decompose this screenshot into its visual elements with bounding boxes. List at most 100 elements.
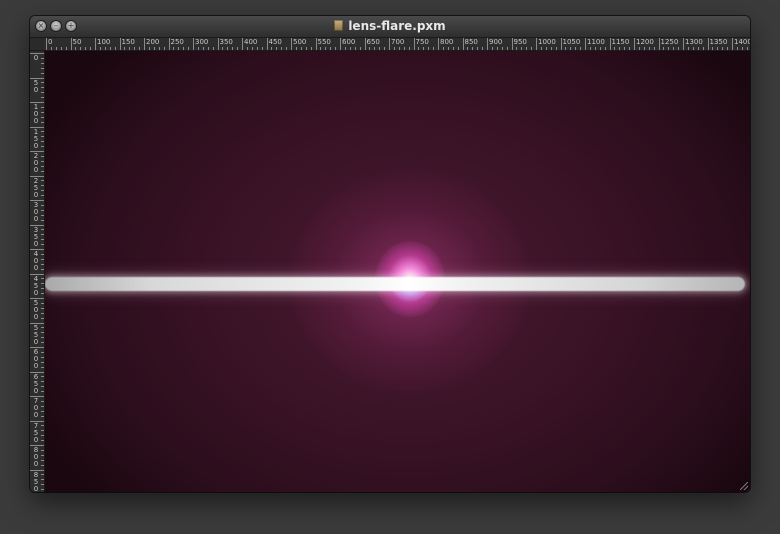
ruler-minor-tick <box>139 47 141 50</box>
ruler-minor-tick <box>41 160 44 162</box>
ruler-minor-tick <box>565 47 567 50</box>
ruler-minor-tick <box>320 47 322 50</box>
ruler-minor-tick <box>516 47 518 50</box>
ruler-label: 1200 <box>636 38 654 46</box>
ruler-label: 750 <box>33 421 39 444</box>
ruler-minor-tick <box>65 47 67 50</box>
ruler-minor-tick <box>232 47 234 50</box>
ruler-minor-tick <box>41 62 44 64</box>
ruler-label: 200 <box>33 152 39 174</box>
ruler-minor-tick <box>41 474 44 476</box>
ruler-minor-tick <box>41 381 44 383</box>
ruler-major-tick <box>193 38 194 50</box>
ruler-minor-tick <box>678 47 680 50</box>
ruler-label: 300 <box>33 201 39 223</box>
ruler-minor-tick <box>227 47 229 50</box>
ruler-label: 0 <box>48 38 53 46</box>
ruler-label: 1150 <box>611 38 630 46</box>
ruler-minor-tick <box>41 170 44 172</box>
ruler-corner[interactable] <box>30 38 45 51</box>
ruler-minor-tick <box>295 47 297 50</box>
resize-grip-icon[interactable] <box>740 482 748 490</box>
vertical-ruler[interactable]: 0 50 100 150 200 250 300 350 400 450 500 550 600 650 7… <box>30 51 45 492</box>
ruler-minor-tick <box>212 47 214 50</box>
ruler-minor-tick <box>109 47 111 50</box>
ruler-minor-tick <box>335 47 337 50</box>
ruler-major-tick <box>340 38 341 50</box>
ruler-minor-tick <box>41 312 44 314</box>
ruler-minor-tick <box>712 47 714 50</box>
ruler-minor-tick <box>222 47 224 50</box>
ruler-minor-tick <box>41 361 44 363</box>
ruler-label: 1050 <box>562 38 581 46</box>
ruler-minor-tick <box>153 47 155 50</box>
ruler-minor-tick <box>41 111 44 113</box>
title-bar[interactable]: × – + lens-flare.pxm <box>30 16 750 38</box>
window-title: lens-flare.pxm <box>30 19 750 34</box>
ruler-minor-tick <box>41 288 44 290</box>
ruler-minor-tick <box>41 131 44 133</box>
ruler-minor-tick <box>99 47 101 50</box>
image-canvas[interactable] <box>45 51 750 492</box>
ruler-minor-tick <box>41 454 44 456</box>
ruler-label: 800 <box>440 38 454 46</box>
ruler-minor-tick <box>477 47 479 50</box>
ruler-minor-tick <box>104 47 106 50</box>
ruler-minor-tick <box>653 47 655 50</box>
ruler-minor-tick <box>286 47 288 50</box>
ruler-minor-tick <box>540 47 542 50</box>
ruler-minor-tick <box>261 47 263 50</box>
ruler-major-tick <box>144 38 145 50</box>
ruler-label: 300 <box>195 38 209 46</box>
ruler-label: 850 <box>33 470 39 492</box>
ruler-label: 50 <box>72 38 82 46</box>
ruler-minor-tick <box>207 47 209 50</box>
ruler-label: 100 <box>97 38 111 46</box>
ruler-minor-tick <box>300 47 302 50</box>
ruler-minor-tick <box>114 47 116 50</box>
ruler-minor-tick <box>555 47 557 50</box>
ruler-minor-tick <box>589 47 591 50</box>
ruler-minor-tick <box>197 47 199 50</box>
ruler-minor-tick <box>359 47 361 50</box>
ruler-minor-tick <box>428 47 430 50</box>
ruler-minor-tick <box>41 307 44 309</box>
ruler-minor-tick <box>41 351 44 353</box>
ruler-major-tick <box>46 38 47 50</box>
ruler-minor-tick <box>158 47 160 50</box>
ruler-label: 500 <box>33 299 39 321</box>
ruler-major-tick <box>70 38 72 50</box>
ruler-minor-tick <box>246 47 248 50</box>
ruler-major-tick <box>585 38 586 50</box>
ruler-minor-tick <box>344 47 346 50</box>
ruler-minor-tick <box>354 47 356 50</box>
ruler-minor-tick <box>727 47 729 50</box>
ruler-minor-tick <box>256 47 258 50</box>
ruler-minor-tick <box>692 47 694 50</box>
ruler-minor-tick <box>178 47 180 50</box>
ruler-minor-tick <box>41 278 44 280</box>
ruler-minor-tick <box>134 47 136 50</box>
ruler-minor-tick <box>41 82 44 84</box>
ruler-minor-tick <box>41 459 44 461</box>
ruler-minor-tick <box>148 47 150 50</box>
ruler-minor-tick <box>452 47 454 50</box>
ruler-minor-tick <box>41 136 44 138</box>
ruler-minor-tick <box>41 190 44 192</box>
horizontal-ruler[interactable]: 0 50 100 150 200 250 300 350 400 450 500 550 600 650 7… <box>44 38 750 51</box>
ruler-label: 500 <box>293 38 307 46</box>
ruler-label: 750 <box>415 38 429 46</box>
ruler-minor-tick <box>349 47 351 50</box>
ruler-minor-tick <box>271 47 273 50</box>
ruler-minor-tick <box>393 47 395 50</box>
ruler-minor-tick <box>423 47 425 50</box>
ruler-label: 700 <box>391 38 405 46</box>
ruler-major-tick <box>389 38 390 50</box>
ruler-minor-tick <box>442 47 444 50</box>
ruler-label: 600 <box>342 38 356 46</box>
ruler-major-tick <box>683 38 684 50</box>
ruler-minor-tick <box>550 47 552 50</box>
ruler-minor-tick <box>643 47 645 50</box>
ruler-minor-tick <box>457 47 459 50</box>
ruler-minor-tick <box>629 47 631 50</box>
